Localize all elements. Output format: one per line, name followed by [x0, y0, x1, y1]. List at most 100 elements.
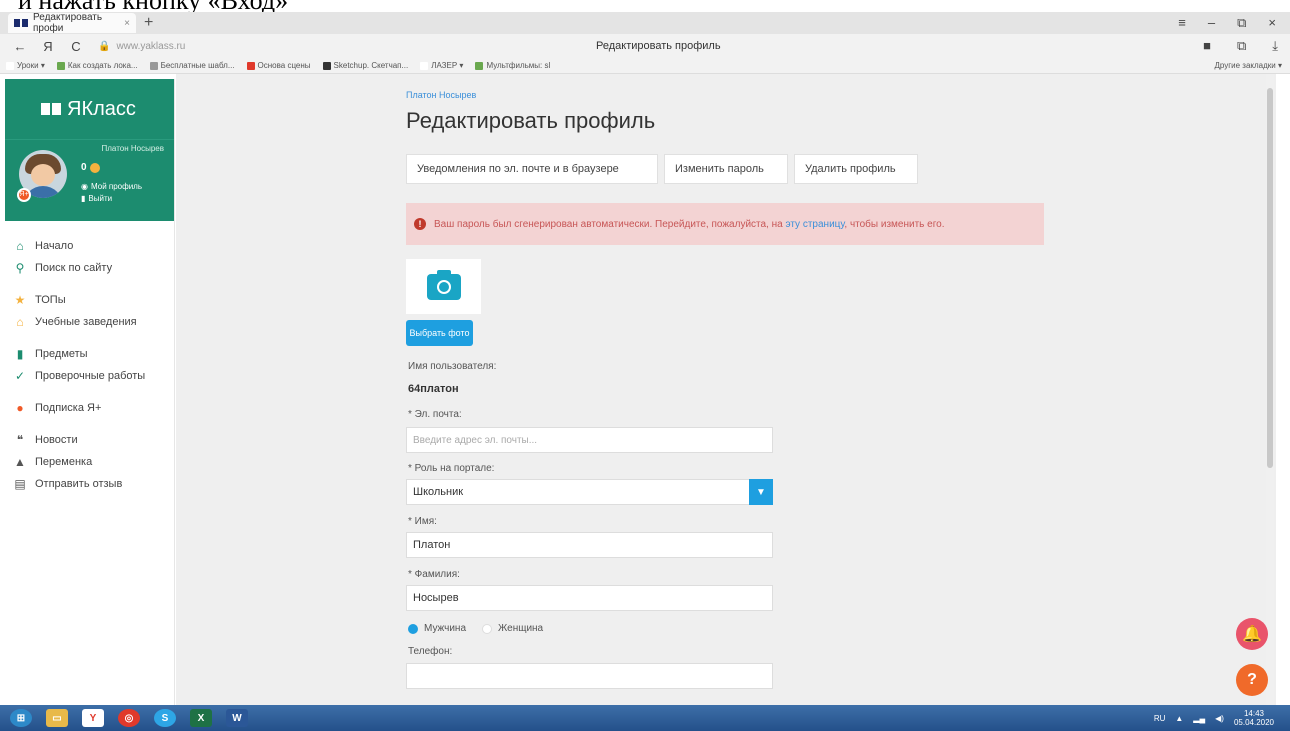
- help-question-icon[interactable]: ?: [1236, 664, 1268, 696]
- sidebar: ЯКласс Я+ Платон Носырев 0 ◉ Мой профиль…: [5, 79, 175, 705]
- sidebar-item-break[interactable]: ▲ Переменка: [5, 451, 174, 473]
- choose-photo-button[interactable]: Выбрать фото: [406, 320, 473, 346]
- sidebar-item-tests[interactable]: ✓ Проверочные работы: [5, 365, 174, 387]
- username-value: 64платон: [408, 383, 459, 395]
- alert-text-after: , чтобы изменить его.: [844, 218, 945, 230]
- close-window-icon[interactable]: ×: [1268, 15, 1276, 31]
- bookmark-item[interactable]: Основа сцены: [246, 61, 311, 70]
- sidebar-item-search[interactable]: ⚲ Поиск по сайту: [5, 257, 174, 279]
- tab-change-password[interactable]: Изменить пароль: [664, 154, 788, 184]
- bookmark-item[interactable]: Мультфильмы: sl: [475, 61, 550, 70]
- explorer-icon[interactable]: ▭: [46, 709, 68, 727]
- restore-icon[interactable]: ⧉: [1237, 15, 1246, 31]
- bookmark-label: Основа сцены: [257, 61, 311, 70]
- reload-icon[interactable]: C: [68, 39, 84, 54]
- alert-link[interactable]: эту страницу: [785, 219, 844, 230]
- scrollbar-thumb[interactable]: [1267, 88, 1273, 468]
- page-scrollbar[interactable]: [1266, 74, 1274, 705]
- score-value: 0: [81, 162, 87, 173]
- chevron-down-icon[interactable]: ▼: [749, 479, 773, 505]
- tab-close-icon[interactable]: ×: [124, 18, 130, 29]
- tab-delete-profile[interactable]: Удалить профиль: [794, 154, 918, 184]
- notifications-bell-icon[interactable]: 🔔: [1236, 618, 1268, 650]
- word-icon[interactable]: W: [226, 709, 248, 727]
- download-icon[interactable]: ⤓: [1272, 38, 1278, 54]
- bookmark-item[interactable]: Уроки ▾: [6, 61, 45, 70]
- sidebar-item-tops[interactable]: ★ ТОПы: [5, 289, 174, 311]
- clock[interactable]: 14:43 05.04.2020: [1234, 709, 1274, 727]
- windows-taskbar: ⊞ ▭ Y ◎ S X W RU ▲ ▂▄ ◀) 14:43 05.04.202…: [0, 705, 1290, 731]
- institution-icon: ⌂: [16, 315, 24, 329]
- check-circle-icon: ✓: [14, 369, 26, 383]
- bookmark-favicon-icon: [322, 61, 331, 70]
- gender-female-radio[interactable]: Женщина: [482, 623, 543, 634]
- sidebar-item-label: Проверочные работы: [35, 370, 146, 382]
- sidebar-item-label: Новости: [35, 434, 78, 446]
- alert-text-before: Ваш пароль был сгенерирован автоматическ…: [434, 218, 786, 230]
- gender-male-radio[interactable]: Мужчина: [408, 623, 466, 634]
- first-name-field[interactable]: Платон: [406, 532, 773, 558]
- extensions-icon[interactable]: ⧉: [1237, 38, 1246, 54]
- photo-placeholder[interactable]: [406, 259, 481, 314]
- sidebar-item-subjects[interactable]: ▮ Предметы: [5, 343, 174, 365]
- excel-icon[interactable]: X: [190, 709, 212, 727]
- bookmark-label: Уроки ▾: [17, 61, 45, 70]
- language-indicator[interactable]: RU: [1154, 714, 1166, 723]
- last-name-field[interactable]: Носырев: [406, 585, 773, 611]
- new-tab-button[interactable]: +: [144, 14, 153, 32]
- sidebar-item-home[interactable]: ⌂ Начало: [5, 235, 174, 257]
- network-icon[interactable]: ▂▄: [1193, 714, 1205, 723]
- system-tray: RU ▲ ▂▄ ◀) 14:43 05.04.2020: [1154, 709, 1290, 727]
- books-icon: ▮: [16, 347, 24, 361]
- browser-tab-strip: Редактировать профи × + ≡ – ⧉ ×: [0, 12, 1290, 34]
- sidebar-item-feedback[interactable]: ▤ Отправить отзыв: [5, 473, 174, 495]
- tab-notifications[interactable]: Уведомления по эл. почте и в браузере: [406, 154, 658, 184]
- sidebar-item-news[interactable]: ❝ Новости: [5, 429, 174, 451]
- browser-tab[interactable]: Редактировать профи ×: [8, 12, 136, 34]
- brand-name: ЯКласс: [67, 97, 136, 120]
- yandex-icon[interactable]: Я: [40, 39, 56, 54]
- subscription-badge-icon: Я+: [17, 188, 31, 202]
- role-select[interactable]: Школьник ▼: [406, 479, 773, 505]
- breadcrumb[interactable]: Платон Носырев: [406, 90, 476, 100]
- other-bookmarks[interactable]: Другие закладки ▾: [1214, 61, 1290, 70]
- start-button-icon[interactable]: ⊞: [10, 709, 32, 727]
- brand-logo[interactable]: ЯКласс: [5, 79, 174, 139]
- logout-label: Выйти: [88, 194, 113, 203]
- sidebar-item-label: Учебные заведения: [35, 316, 137, 328]
- skype-icon[interactable]: S: [154, 709, 176, 727]
- page-title: Редактировать профиль: [406, 108, 656, 133]
- menu-icon[interactable]: ≡: [1178, 15, 1186, 31]
- sidebar-item-subscription[interactable]: ● Подписка Я+: [5, 397, 174, 419]
- bookmark-icon[interactable]: ■: [1203, 38, 1211, 54]
- gender-male-label: Мужчина: [424, 623, 467, 634]
- minimize-icon[interactable]: –: [1208, 15, 1215, 31]
- address-bar: ← Я C 🔒 www.yaklass.ru Редактировать про…: [0, 34, 1290, 58]
- chrome-icon[interactable]: ◎: [118, 709, 140, 727]
- my-profile-link[interactable]: ◉ Мой профиль: [81, 182, 142, 191]
- document-caption: и нажать кнопку «Вход»: [0, 0, 1290, 12]
- bookmark-favicon-icon: [56, 61, 65, 70]
- yaklass-favicon-icon: [14, 19, 28, 27]
- sidebar-item-label: Переменка: [35, 456, 93, 468]
- logout-link[interactable]: ▮ Выйти: [81, 194, 112, 203]
- tray-arrow-icon[interactable]: ▲: [1175, 714, 1183, 723]
- volume-icon[interactable]: ◀): [1215, 714, 1224, 723]
- yaklass-logo-icon: [41, 103, 61, 115]
- bookmark-item[interactable]: Бесплатные шабл...: [149, 61, 235, 70]
- profile-user-name: Платон Носырев: [101, 144, 164, 153]
- bookmark-label: Мультфильмы: sl: [486, 61, 551, 70]
- lock-icon: 🔒: [98, 40, 111, 52]
- bookmark-item[interactable]: ЛАЗЕР ▾: [420, 61, 463, 70]
- yandex-browser-icon[interactable]: Y: [82, 709, 104, 727]
- bookmark-item[interactable]: Sketchup. Скетчап...: [322, 61, 408, 70]
- url-field[interactable]: www.yaklass.ru: [116, 41, 185, 52]
- phone-field[interactable]: [406, 663, 773, 689]
- email-field[interactable]: Введите адрес эл. почты...: [406, 427, 773, 453]
- bookmark-item[interactable]: Как создать лока...: [56, 61, 138, 70]
- feedback-icon: ▤: [14, 477, 26, 491]
- my-profile-label: Мой профиль: [90, 182, 142, 191]
- address-bar-actions: ■ ⧉ ⤓: [1203, 38, 1278, 54]
- back-arrow-icon[interactable]: ←: [12, 39, 28, 54]
- sidebar-item-schools[interactable]: ⌂ Учебные заведения: [5, 311, 174, 333]
